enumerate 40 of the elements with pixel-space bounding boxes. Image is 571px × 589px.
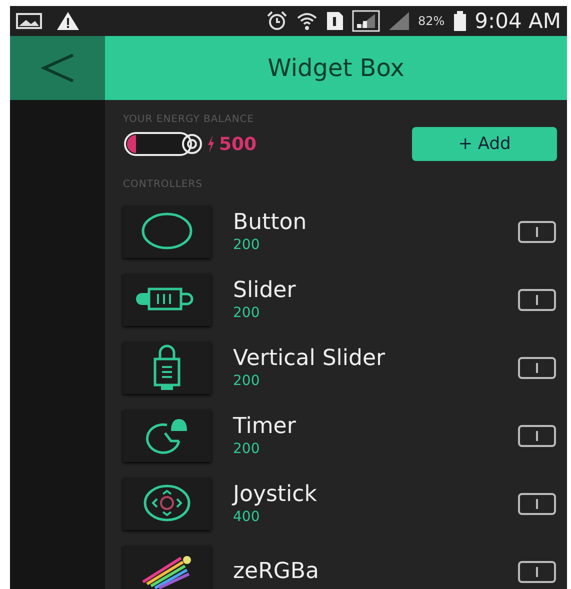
- sim-card-icon: [326, 11, 344, 31]
- widget-price: 400: [233, 508, 261, 526]
- widget-tile[interactable]: [123, 206, 211, 258]
- info-icon[interactable]: [517, 220, 557, 244]
- widget-name: Button: [233, 210, 308, 236]
- info-icon[interactable]: [517, 492, 557, 516]
- widget-tile[interactable]: [123, 274, 211, 326]
- info-icon[interactable]: [517, 356, 557, 380]
- signal-icon: [388, 11, 410, 31]
- widget-tile[interactable]: [123, 342, 211, 394]
- widget-name: Slider: [233, 278, 297, 304]
- warning-icon: [56, 11, 80, 31]
- widget-name: zeRGBa: [233, 559, 320, 585]
- info-icon[interactable]: [517, 288, 557, 312]
- screen-title: Widget Box: [268, 54, 404, 82]
- rainbow-stripes-icon: [141, 554, 193, 589]
- back-icon: [40, 53, 74, 83]
- energy-balance: 500: [219, 134, 257, 154]
- info-icon[interactable]: [517, 424, 557, 448]
- battery-icon: [452, 11, 467, 31]
- battery-icon: [123, 130, 203, 158]
- widget-tile[interactable]: [123, 546, 211, 589]
- widget-price: 200: [233, 372, 261, 390]
- picture-icon: [16, 12, 42, 30]
- widget-name: Timer: [233, 414, 297, 440]
- widget-tile[interactable]: [123, 478, 211, 530]
- wifi-icon: [296, 11, 318, 31]
- widget-name: Vertical Slider: [233, 346, 386, 372]
- info-icon[interactable]: [517, 560, 557, 584]
- widget-price: 200: [233, 236, 261, 254]
- battery-percent: 82%: [418, 14, 445, 28]
- widget-price: 200: [233, 304, 261, 322]
- signal-icon: [352, 10, 380, 32]
- alarm-clock-icon: [266, 11, 288, 31]
- widget-price: 200: [233, 440, 261, 458]
- add-button[interactable]: + Add: [412, 127, 557, 161]
- clock-time: 9:04 AM: [474, 9, 561, 33]
- widget-tile[interactable]: [123, 410, 211, 462]
- energy-icon: [207, 135, 215, 153]
- widget-name: Joystick: [233, 482, 318, 508]
